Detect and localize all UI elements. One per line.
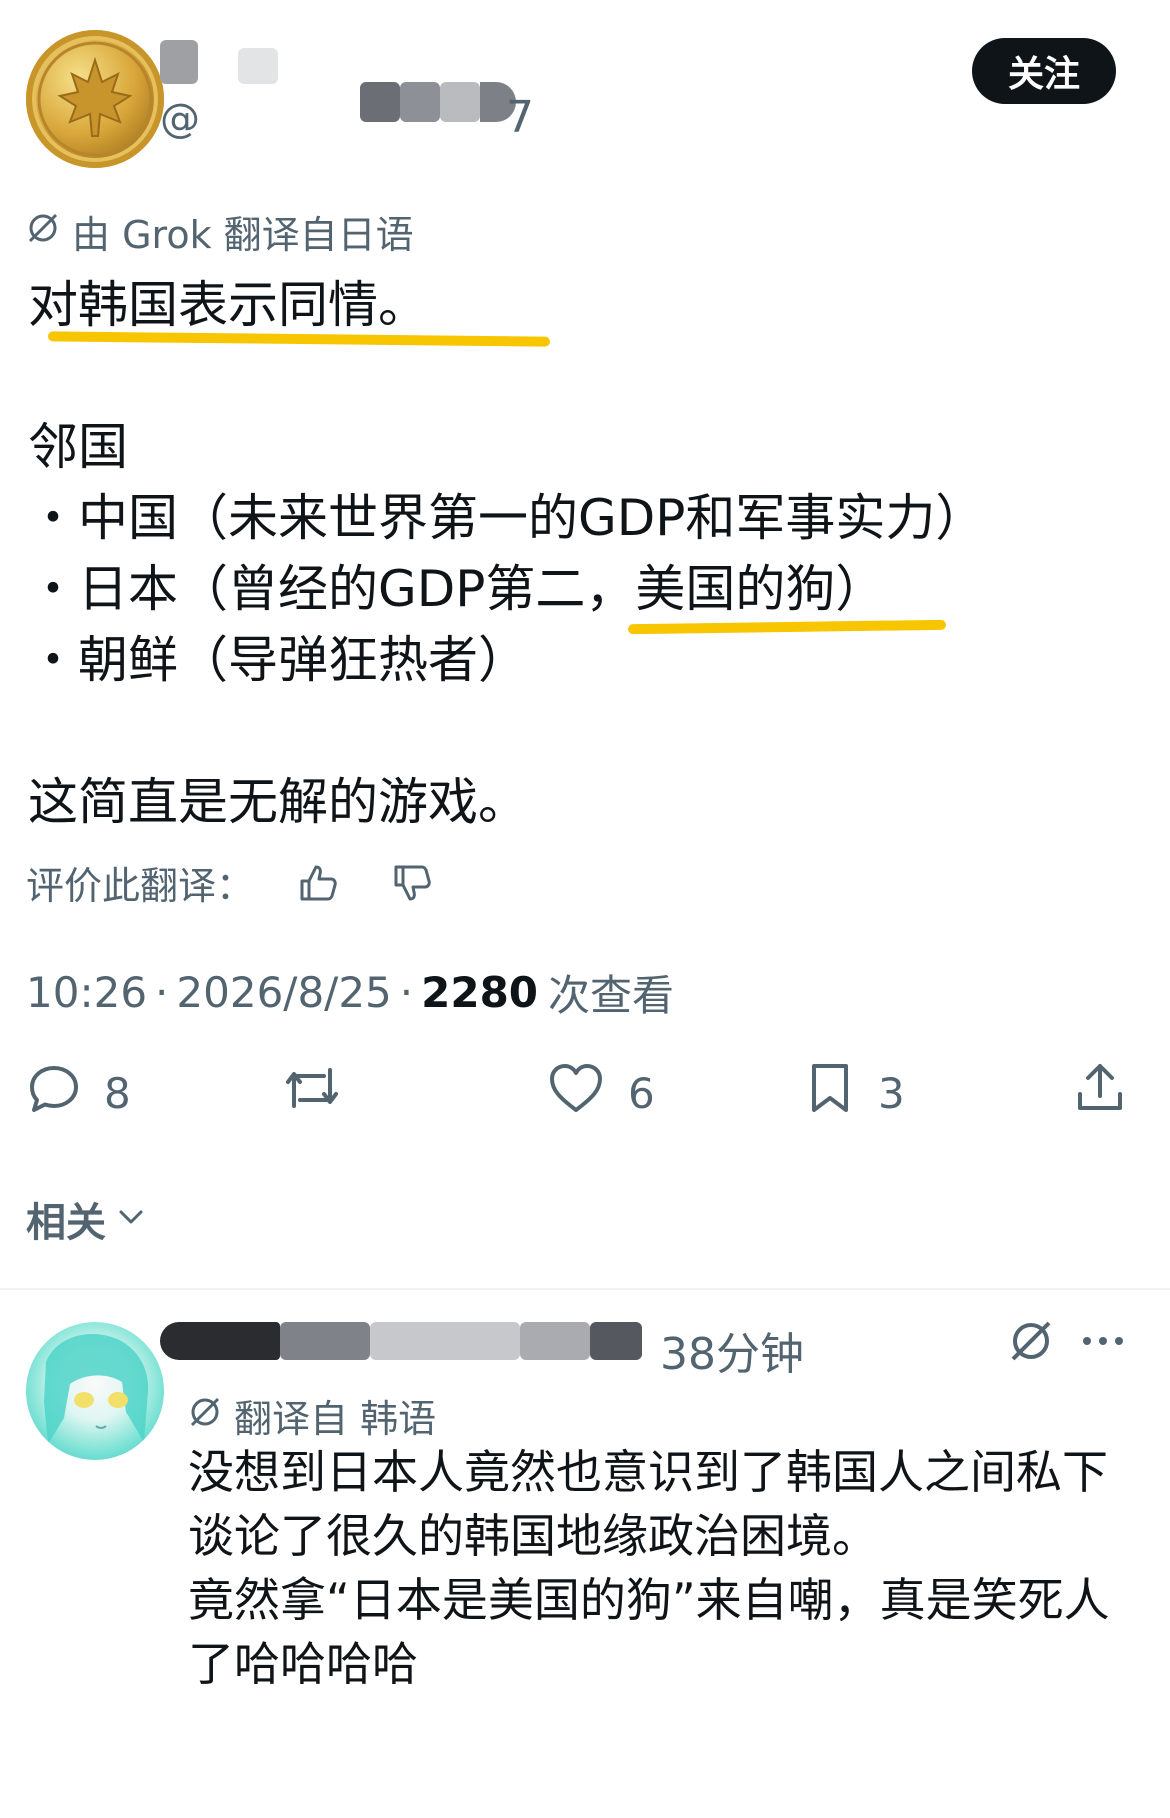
reply-line: 没想到日本人竟然也意识到了韩国人之间私下 — [188, 1445, 1108, 1499]
reply-translation-label: 翻译自 韩语 — [188, 1388, 436, 1443]
post-line — [28, 341, 1128, 412]
post-date[interactable]: 2026/8/25 — [176, 968, 391, 1017]
views-label: 次查看 — [548, 971, 675, 1020]
share-icon — [1072, 1060, 1128, 1126]
reply-line: 谈论了很久的韩国地缘政治困境。 — [188, 1509, 878, 1563]
grok-translate-icon — [26, 210, 60, 254]
rate-label: 评价此翻译： — [26, 864, 255, 908]
grok-translate-icon — [188, 1394, 222, 1438]
post-line: 这简直是无解的游戏。 — [28, 773, 528, 831]
views-count: 2280 — [421, 968, 539, 1017]
handle-prefix: @ — [160, 96, 200, 142]
reply-author-avatar[interactable] — [26, 1322, 164, 1460]
meta-separator: · — [155, 968, 169, 1017]
meta-separator: · — [399, 968, 414, 1017]
reply-text: 没想到日本人竟然也意识到了韩国人之间私下 谈论了很久的韩国地缘政治困境。 竟然拿… — [188, 1440, 1148, 1696]
post-text: 对韩国表示同情。 邻国 ・中国（未来世界第一的GDP和军事实力） ・日本（曾经的… — [28, 270, 1128, 838]
post-time[interactable]: 10:26 — [26, 968, 147, 1017]
post-line: ・朝鲜（导弹狂热者） — [28, 631, 528, 689]
post-meta: 10:26 · 2026/8/25 · 2280 次查看 — [26, 962, 674, 1023]
rate-translation-row: 评价此翻译： — [26, 855, 434, 910]
grok-translate-icon[interactable] — [1008, 1318, 1054, 1368]
author-name-redacted[interactable] — [160, 40, 290, 84]
chevron-down-icon — [116, 1196, 146, 1242]
reply-line: 竟然拿“日本是美国的狗”来自嘲，真是笑死人 — [188, 1573, 1110, 1627]
translation-label: 由 Grok 翻译自日语 — [26, 204, 414, 259]
post-line: 对韩国表示同情。 — [28, 276, 428, 334]
reply-author-redacted[interactable] — [160, 1318, 642, 1362]
like-icon — [546, 1060, 606, 1126]
bookmark-count: 3 — [878, 1068, 905, 1118]
translation-text: 由 Grok 翻译自日语 — [72, 213, 414, 257]
reply-count: 8 — [104, 1068, 131, 1118]
thumbs-down-icon[interactable] — [390, 861, 434, 905]
related-label: 相关 — [26, 1200, 106, 1246]
related-toggle[interactable]: 相关 — [26, 1190, 146, 1248]
handle-redacted-block — [360, 82, 520, 122]
reply-translation-text: 翻译自 韩语 — [234, 1397, 437, 1441]
author-handle[interactable]: @ — [160, 96, 200, 142]
like-button[interactable]: 6 — [546, 1060, 655, 1126]
like-count: 6 — [628, 1068, 655, 1118]
author-avatar[interactable] — [26, 30, 164, 168]
bookmark-button[interactable]: 3 — [804, 1060, 905, 1126]
reply-line: 了哈哈哈哈 — [188, 1637, 418, 1691]
reply-time[interactable]: 38分钟 — [660, 1318, 804, 1382]
reply-button[interactable]: 8 — [26, 1060, 131, 1126]
handle-suffix: 7 — [506, 92, 534, 143]
follow-button[interactable]: 关注 — [972, 38, 1116, 104]
reply-icon — [26, 1060, 82, 1126]
post-line: ・日本（曾经的GDP第二，美国的狗） — [28, 560, 886, 618]
retweet-icon — [280, 1060, 344, 1126]
more-icon[interactable] — [1080, 1326, 1126, 1360]
share-button[interactable] — [1072, 1060, 1128, 1126]
post-line: ・中国（未来世界第一的GDP和军事实力） — [28, 489, 986, 547]
post-line: 邻国 — [28, 418, 128, 476]
action-bar: 8 6 3 — [26, 1060, 1136, 1140]
thumbs-up-icon[interactable] — [296, 861, 340, 905]
section-divider — [0, 1288, 1170, 1290]
post-line — [28, 696, 1128, 767]
bookmark-icon — [804, 1060, 856, 1126]
retweet-button[interactable] — [280, 1060, 344, 1126]
